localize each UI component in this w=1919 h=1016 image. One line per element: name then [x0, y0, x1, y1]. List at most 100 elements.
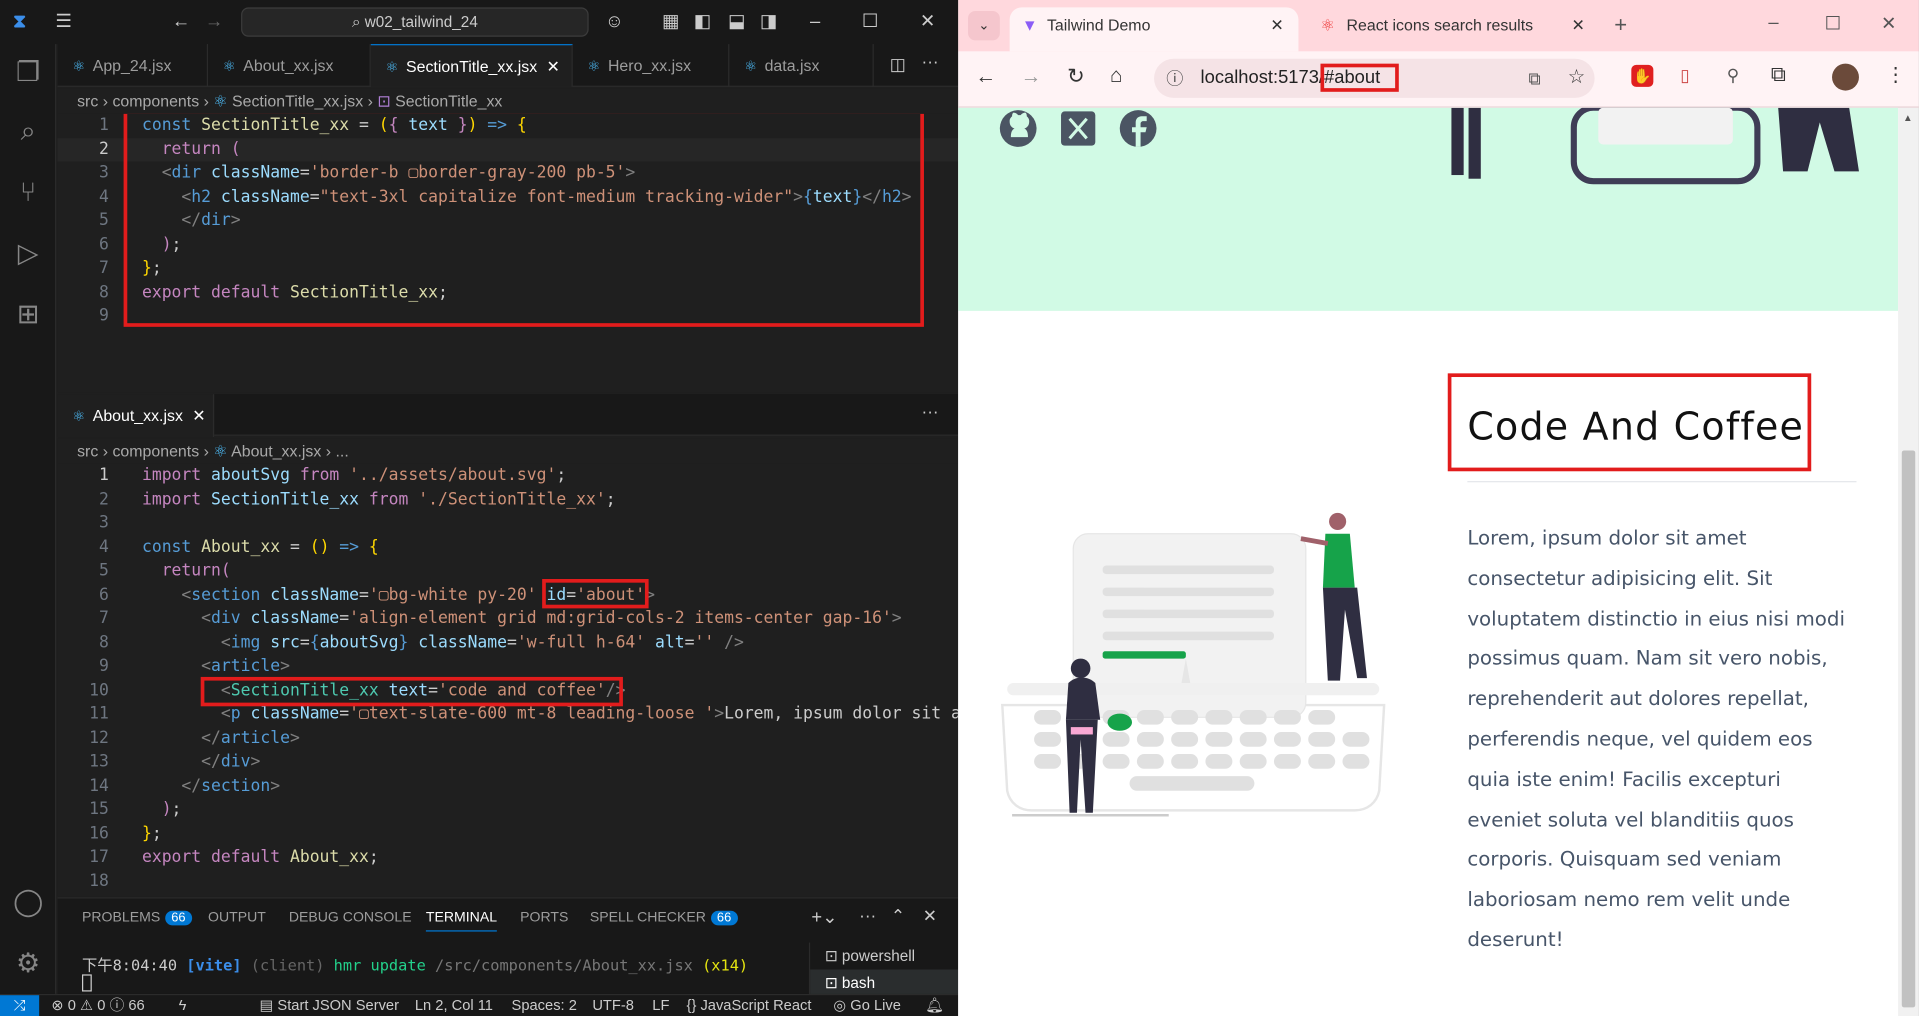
problems-status[interactable]: ⊗ 0 ⚠ 0 ⓘ 66	[51, 995, 144, 1016]
more-actions-icon[interactable]: ···	[922, 51, 939, 71]
extension-alert-icon[interactable]: ⚲	[1727, 65, 1740, 86]
url-hash: #about	[1320, 63, 1399, 92]
adblock-icon[interactable]: ✋	[1631, 64, 1654, 87]
crumb-file[interactable]: SectionTitle_xx.jsx	[232, 92, 363, 110]
close-icon[interactable]: ✕	[192, 406, 205, 424]
back-arrow-icon[interactable]: ←	[169, 10, 193, 34]
scrollbar-thumb[interactable]	[1901, 450, 1916, 1008]
tab-about-bottom[interactable]: ⚛ About_xx.jsx ✕	[57, 394, 215, 438]
split-editor-icon[interactable]: ◫	[890, 54, 906, 75]
tab-sectiontitle[interactable]: ⚛ SectionTitle_xx.jsx ✕	[370, 44, 573, 87]
site-info-icon[interactable]: ⓘ	[1166, 59, 1183, 98]
bell-icon[interactable]: 🔔︎	[925, 995, 944, 1016]
x-twitter-icon[interactable]	[1059, 109, 1098, 148]
browser-toolbar: ← → ↻ ⌂ ⓘ localhost:5173/#about ⧉ ☆ ✋ ▯ …	[958, 51, 1919, 108]
info-count: 66	[128, 996, 145, 1014]
remote-icon[interactable]: ⤮	[0, 995, 40, 1016]
browser-tab-react-icons[interactable]: ⚛ React icons search results ✕	[1311, 7, 1600, 51]
crumb-components[interactable]: components	[112, 92, 199, 110]
spell-count-badge: 66	[710, 910, 738, 926]
source-control-icon[interactable]: ⑂	[10, 174, 47, 211]
close-tab-icon[interactable]: ✕	[1270, 7, 1283, 44]
web-page: Code And Coffee Lorem, ipsum dolor sit a…	[958, 107, 1899, 1016]
tab-problems[interactable]: PROBLEMS 66	[82, 910, 192, 926]
profile-avatar[interactable]	[1832, 63, 1859, 91]
extensions-icon[interactable]: ⊞	[10, 296, 47, 333]
browser-tab-tailwind[interactable]: ▼ Tailwind Demo ✕	[1009, 7, 1299, 52]
editor-about[interactable]: 1 import aboutSvg from '../assets/about.s…	[57, 463, 959, 897]
run-debug-icon[interactable]: ▷	[10, 235, 47, 272]
pdf-extension-icon[interactable]: ▯	[1680, 65, 1689, 86]
menu-icon[interactable]: ☰	[51, 10, 75, 34]
tab-hero[interactable]: ⚛ Hero_xx.jsx	[573, 44, 730, 87]
json-server-button[interactable]: ▤ Start JSON Server	[259, 995, 399, 1016]
tab-ports[interactable]: PORTS	[520, 911, 568, 926]
maximize-icon[interactable]: ☐	[1825, 12, 1841, 34]
crumb-more[interactable]: ...	[335, 442, 348, 460]
close-tab-icon[interactable]: ✕	[1571, 7, 1584, 44]
search-icon[interactable]: ⌕	[10, 113, 47, 150]
new-tab-icon[interactable]: +	[1614, 12, 1627, 38]
crumb-src[interactable]: src	[77, 442, 98, 460]
tab-data[interactable]: ⚛ data.jsx	[729, 44, 874, 87]
more-actions-icon[interactable]: ···	[922, 402, 939, 422]
toggle-secondary-sidebar-icon[interactable]: ◨	[756, 10, 780, 34]
bookmark-star-icon[interactable]: ☆	[1568, 59, 1586, 98]
crumb-components[interactable]: components	[112, 442, 199, 460]
home-icon[interactable]: ⌂	[1110, 64, 1123, 88]
terminal-icon: ⊡	[824, 947, 842, 965]
line-ending[interactable]: LF	[652, 995, 669, 1016]
toggle-sidebar-icon[interactable]: ◧	[690, 10, 714, 34]
terminal-item-bash[interactable]: ⊡ bash	[810, 969, 959, 997]
explorer-icon[interactable]: ❐	[10, 54, 47, 91]
translate-icon[interactable]: ⧉	[1529, 59, 1541, 98]
tab-debug-console[interactable]: DEBUG CONSOLE	[289, 911, 412, 926]
terminal-output[interactable]: 下午8:04:40 [vite] (client) hmr update /sr…	[82, 952, 748, 975]
indentation[interactable]: Spaces: 2	[512, 995, 577, 1016]
crumb-symbol[interactable]: SectionTitle_xx	[395, 92, 502, 110]
minimize-icon[interactable]: –	[803, 10, 827, 34]
crumb-file[interactable]: About_xx.jsx	[231, 442, 321, 460]
new-terminal-icon[interactable]: +⌄	[811, 906, 837, 928]
page-scrollbar[interactable]: ▲	[1898, 107, 1919, 1016]
extensions-puzzle-icon[interactable]: ⧉	[1771, 62, 1786, 86]
minimize-icon[interactable]: –	[1768, 12, 1778, 33]
tab-spell-checker[interactable]: SPELL CHECKER 66	[590, 910, 738, 926]
command-center-search[interactable]: ⌕ w02_tailwind_24	[241, 7, 589, 37]
browser-menu-icon[interactable]: ⋮	[1886, 62, 1906, 86]
toggle-panel-icon[interactable]: ⬓	[724, 10, 748, 34]
go-live-button[interactable]: ◎ Go Live	[833, 995, 901, 1016]
close-icon[interactable]: ✕	[915, 10, 939, 34]
language-mode[interactable]: {} JavaScript React	[687, 995, 812, 1016]
github-icon[interactable]	[997, 108, 1039, 150]
layout-customize-icon[interactable]: ▦	[658, 10, 682, 34]
tab-about[interactable]: ⚛ About_xx.jsx	[208, 44, 371, 87]
reload-icon[interactable]: ↻	[1067, 65, 1084, 89]
maximize-panel-icon[interactable]: ⌃	[891, 906, 905, 927]
more-actions-icon[interactable]: ···	[859, 906, 876, 926]
lightning-icon[interactable]: ϟ	[179, 995, 187, 1016]
forward-arrow-icon[interactable]: →	[202, 10, 226, 34]
settings-gear-icon[interactable]: ⚙	[10, 945, 47, 982]
address-bar[interactable]: ⓘ localhost:5173/#about ⧉ ☆	[1154, 58, 1595, 98]
editor-sectiontitle[interactable]: 1 const SectionTitle_xx = ({ text }) => {…	[57, 113, 959, 393]
tab-terminal[interactable]: TERMINAL	[425, 911, 498, 932]
cursor-position[interactable]: Ln 2, Col 11	[415, 995, 493, 1016]
close-icon[interactable]: ✕	[547, 58, 560, 76]
encoding[interactable]: UTF-8	[592, 995, 634, 1016]
maximize-icon[interactable]: ☐	[858, 10, 882, 34]
scroll-up-icon[interactable]: ▲	[1903, 113, 1913, 124]
close-panel-icon[interactable]: ✕	[923, 906, 937, 927]
facebook-icon[interactable]	[1117, 108, 1159, 150]
tab-app[interactable]: ⚛ App_24.jsx	[58, 44, 209, 87]
close-icon[interactable]: ✕	[1881, 12, 1896, 34]
tab-label: About_xx.jsx	[243, 56, 334, 75]
forward-icon[interactable]: →	[1021, 65, 1042, 89]
tab-search-icon[interactable]: ⌄	[968, 11, 1000, 41]
terminal-item-powershell[interactable]: ⊡ powershell	[810, 943, 958, 970]
copilot-icon[interactable]: ☺	[602, 10, 626, 34]
back-icon[interactable]: ←	[975, 65, 996, 89]
crumb-src[interactable]: src	[77, 92, 98, 110]
tab-output[interactable]: OUTPUT	[208, 911, 266, 926]
account-icon[interactable]: ◯	[10, 884, 47, 921]
